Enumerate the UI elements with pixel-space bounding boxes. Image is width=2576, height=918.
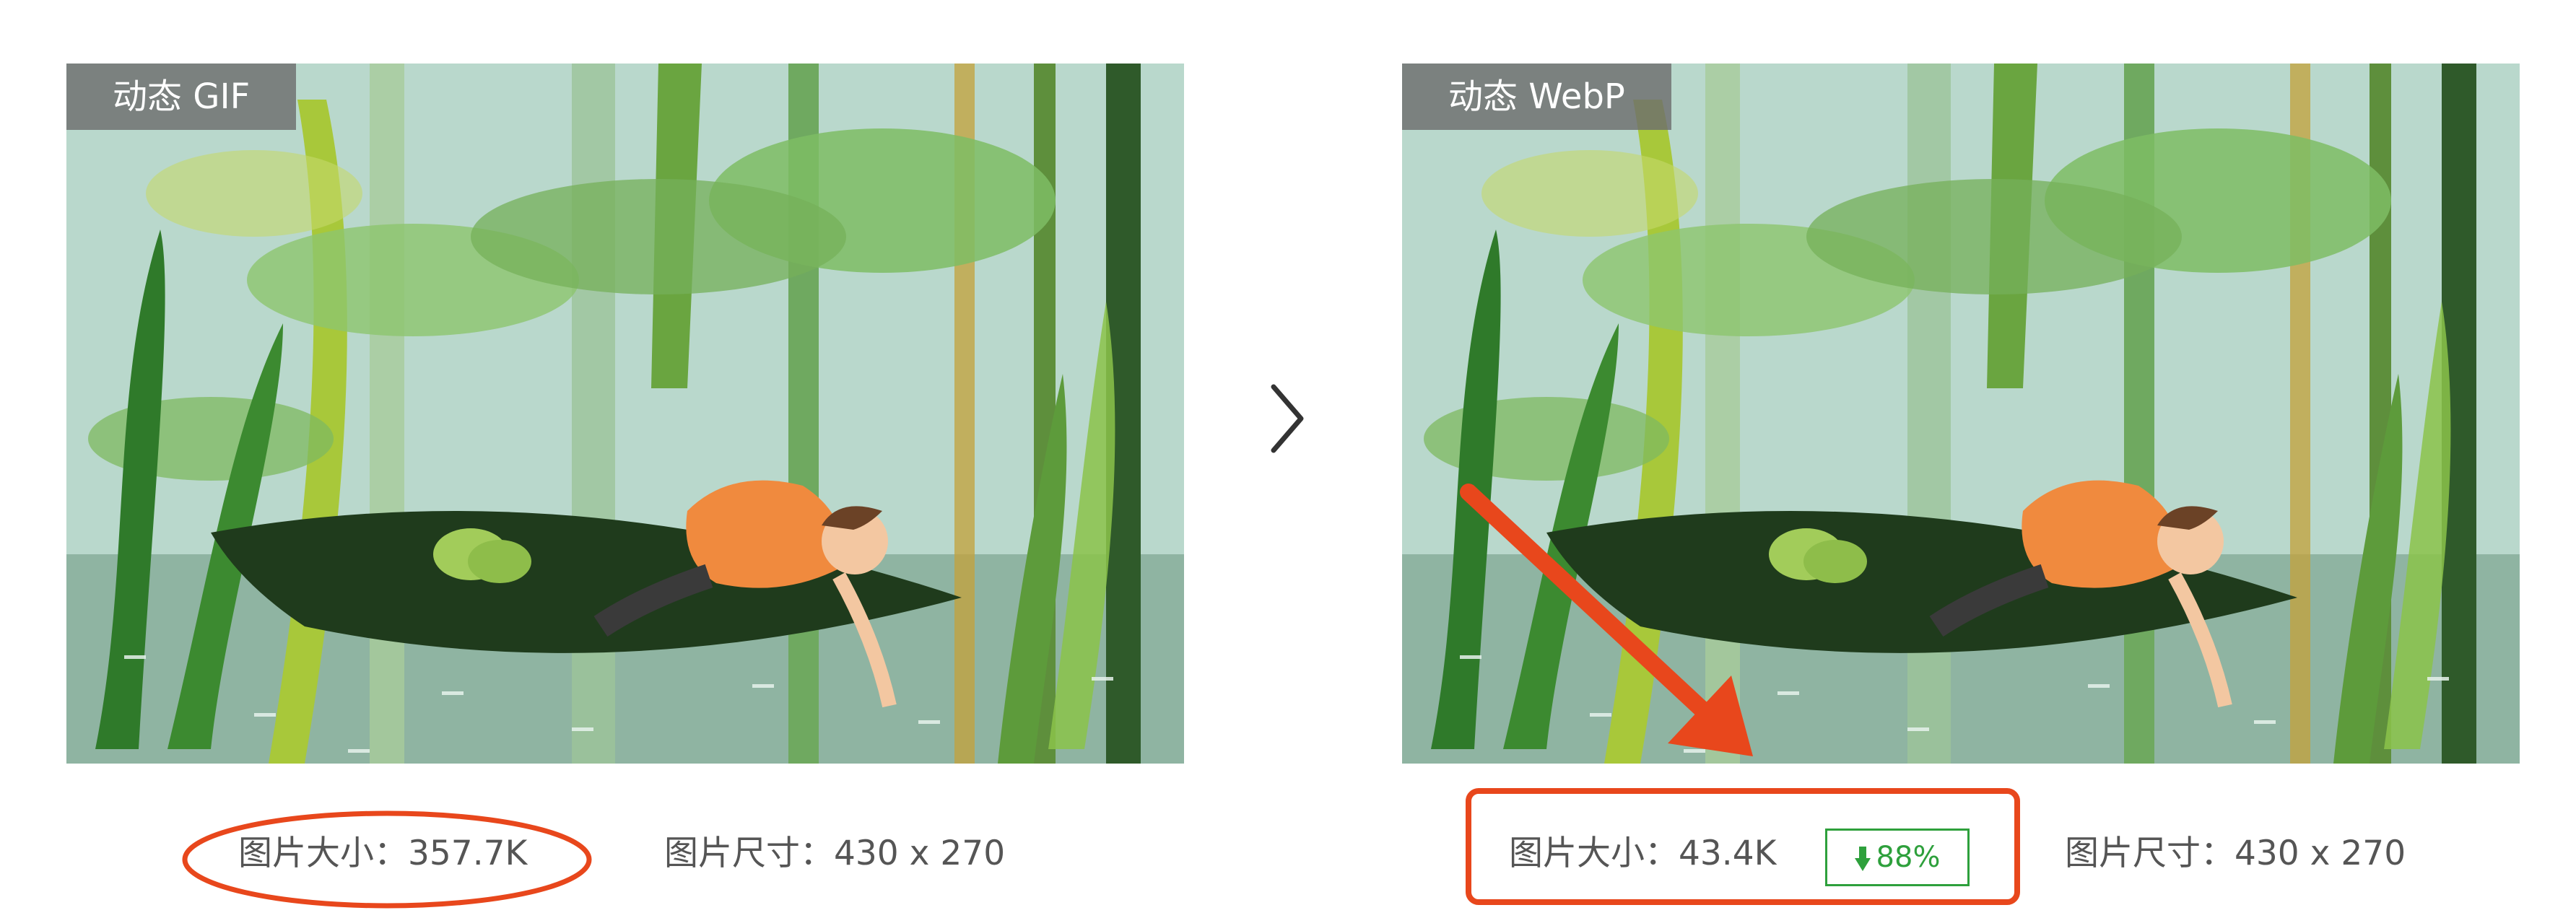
webp-preview: 动态 WebP xyxy=(1402,64,2520,764)
gif-animation-image xyxy=(66,64,1184,764)
arrow-down-icon xyxy=(1854,847,1871,871)
gif-label-badge: 动态 GIF xyxy=(66,64,297,130)
gif-dimensions: 图片尺寸：430 x 270 xyxy=(664,834,1006,873)
webp-dimensions: 图片尺寸：430 x 270 xyxy=(2065,834,2406,873)
webp-file-size: 图片大小：43.4K xyxy=(1509,834,1777,873)
webp-label-badge: 动态 WebP xyxy=(1402,64,1671,130)
size-saving-value: 88% xyxy=(1876,841,1941,874)
gif-preview: 动态 GIF xyxy=(66,64,1184,764)
webp-animation-image xyxy=(1402,64,2520,764)
size-saving-badge: 88% xyxy=(1825,829,1970,886)
gif-file-size: 图片大小：357.7K xyxy=(238,834,528,873)
chevron-right-icon[interactable] xyxy=(1268,382,1307,455)
